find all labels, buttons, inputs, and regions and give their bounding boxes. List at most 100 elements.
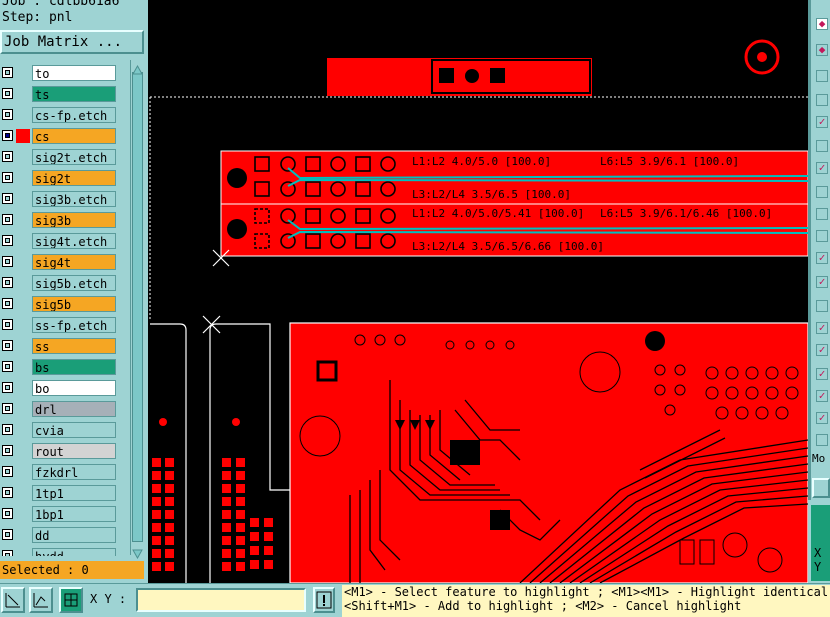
- layer-label[interactable]: sig3b.etch: [32, 191, 116, 207]
- layer-row-drl[interactable]: drl: [0, 400, 118, 418]
- layer-label[interactable]: sig5b.etch: [32, 275, 116, 291]
- layer-label[interactable]: bo: [32, 380, 116, 396]
- layer-row-1bp1[interactable]: 1bp1: [0, 505, 118, 523]
- layer-checkbox[interactable]: [2, 319, 13, 330]
- right-toggle-2[interactable]: ◆: [816, 44, 828, 56]
- right-toggle-6[interactable]: [816, 140, 828, 152]
- layer-checkbox[interactable]: [2, 88, 13, 99]
- layer-label[interactable]: sig5b: [32, 296, 116, 312]
- board-canvas[interactable]: L1:L2 4.0/5.0 [100.0] L6:L5 3.9/6.1 [100…: [148, 0, 808, 583]
- layer-label[interactable]: ss: [32, 338, 116, 354]
- layer-row-rout[interactable]: rout: [0, 442, 118, 460]
- right-toggle-9[interactable]: [816, 208, 828, 220]
- layer-checkbox[interactable]: [2, 466, 13, 477]
- layer-checkbox[interactable]: [2, 487, 13, 498]
- layer-row-cs-fp.etch[interactable]: cs-fp.etch: [0, 106, 118, 124]
- right-toggle-17[interactable]: ✓: [816, 390, 828, 402]
- layer-label[interactable]: cs-fp.etch: [32, 107, 116, 123]
- layer-label[interactable]: cvia: [32, 422, 116, 438]
- layer-row-ss[interactable]: ss: [0, 337, 118, 355]
- right-toggle-13[interactable]: [816, 300, 828, 312]
- layer-checkbox[interactable]: [2, 109, 13, 120]
- layer-label[interactable]: sig2t.etch: [32, 149, 116, 165]
- layer-checkbox[interactable]: [2, 256, 13, 267]
- layer-row-sig3b[interactable]: sig3b: [0, 211, 118, 229]
- scroll-up-icon[interactable]: [132, 60, 143, 75]
- layer-row-ts[interactable]: ts: [0, 85, 118, 103]
- layer-checkbox[interactable]: [2, 382, 13, 393]
- layer-row-cvia[interactable]: cvia: [0, 421, 118, 439]
- layer-label[interactable]: bs: [32, 359, 116, 375]
- layer-label[interactable]: cs: [32, 128, 116, 144]
- layer-label[interactable]: ss-fp.etch: [32, 317, 116, 333]
- job-matrix-button[interactable]: Job Matrix ...: [0, 30, 144, 54]
- layer-label[interactable]: sig4t: [32, 254, 116, 270]
- layer-checkbox[interactable]: [2, 277, 13, 288]
- layer-checkbox[interactable]: [2, 403, 13, 414]
- layer-checkbox[interactable]: [2, 214, 13, 225]
- layer-checkbox[interactable]: [2, 67, 13, 78]
- layer-row-sig2t.etch[interactable]: sig2t.etch: [0, 148, 118, 166]
- layer-checkbox[interactable]: [2, 361, 13, 372]
- layer-checkbox[interactable]: [2, 172, 13, 183]
- layer-checkbox[interactable]: [2, 193, 13, 204]
- layer-checkbox[interactable]: [2, 151, 13, 162]
- layer-row-sig5b[interactable]: sig5b: [0, 295, 118, 313]
- layer-label[interactable]: sig2t: [32, 170, 116, 186]
- layer-list-scroll-thumb[interactable]: [132, 72, 143, 542]
- layer-label[interactable]: rout: [32, 443, 116, 459]
- layer-label[interactable]: to: [32, 65, 116, 81]
- layer-label[interactable]: sig3b: [32, 212, 116, 228]
- right-toggle-10[interactable]: [816, 230, 828, 242]
- grid-tool-button[interactable]: [59, 587, 83, 613]
- right-toggle-3[interactable]: [816, 70, 828, 82]
- layer-checkbox[interactable]: [2, 529, 13, 540]
- layer-checkbox[interactable]: [2, 235, 13, 246]
- layer-label[interactable]: hydd: [32, 548, 116, 556]
- xy-input[interactable]: [136, 588, 306, 612]
- layer-checkbox[interactable]: [2, 340, 13, 351]
- layer-row-ss-fp.etch[interactable]: ss-fp.etch: [0, 316, 118, 334]
- layer-checkbox[interactable]: [2, 298, 13, 309]
- layer-label[interactable]: fzkdrl: [32, 464, 116, 480]
- right-toggle-19[interactable]: [816, 434, 828, 446]
- right-toggle-12[interactable]: ✓: [816, 276, 828, 288]
- layer-row-sig4t[interactable]: sig4t: [0, 253, 118, 271]
- measure-tool-button[interactable]: [1, 587, 25, 613]
- right-toggle-11[interactable]: ✓: [816, 252, 828, 264]
- layer-checkbox[interactable]: [2, 424, 13, 435]
- layer-row-sig4t.etch[interactable]: sig4t.etch: [0, 232, 118, 250]
- layer-row-fzkdrl[interactable]: fzkdrl: [0, 463, 118, 481]
- scroll-down-icon[interactable]: [132, 544, 143, 560]
- snap-tool-button[interactable]: [29, 587, 53, 613]
- layer-row-hydd[interactable]: hydd: [0, 547, 118, 556]
- layer-row-bo[interactable]: bo: [0, 379, 118, 397]
- layer-checkbox[interactable]: [2, 445, 13, 456]
- layer-label[interactable]: 1tp1: [32, 485, 116, 501]
- layer-label[interactable]: ts: [32, 86, 116, 102]
- layer-row-dd[interactable]: dd: [0, 526, 118, 544]
- alert-button[interactable]: [313, 587, 335, 613]
- right-toggle-5[interactable]: ✓: [816, 116, 828, 128]
- layer-row-sig3b.etch[interactable]: sig3b.etch: [0, 190, 118, 208]
- layer-label[interactable]: sig4t.etch: [32, 233, 116, 249]
- right-toggle-18[interactable]: ✓: [816, 412, 828, 424]
- right-toggle-14[interactable]: ✓: [816, 322, 828, 334]
- layer-checkbox[interactable]: [2, 130, 13, 141]
- layer-row-to[interactable]: to: [0, 64, 118, 82]
- layer-label[interactable]: 1bp1: [32, 506, 116, 522]
- right-toggle-7[interactable]: ✓: [816, 162, 828, 174]
- layer-checkbox[interactable]: [2, 508, 13, 519]
- right-toggle-4[interactable]: [816, 94, 828, 106]
- layer-row-sig5b.etch[interactable]: sig5b.etch: [0, 274, 118, 292]
- layer-row-sig2t[interactable]: sig2t: [0, 169, 118, 187]
- layer-label[interactable]: drl: [32, 401, 116, 417]
- layer-label[interactable]: dd: [32, 527, 116, 543]
- right-mode-button[interactable]: [812, 478, 830, 498]
- right-toggle-16[interactable]: ✓: [816, 368, 828, 380]
- layer-row-1tp1[interactable]: 1tp1: [0, 484, 118, 502]
- right-toggle-15[interactable]: ✓: [816, 344, 828, 356]
- right-toggle-1[interactable]: ◆: [816, 18, 828, 30]
- layer-checkbox[interactable]: [2, 550, 13, 556]
- layer-row-cs[interactable]: cs: [0, 127, 118, 145]
